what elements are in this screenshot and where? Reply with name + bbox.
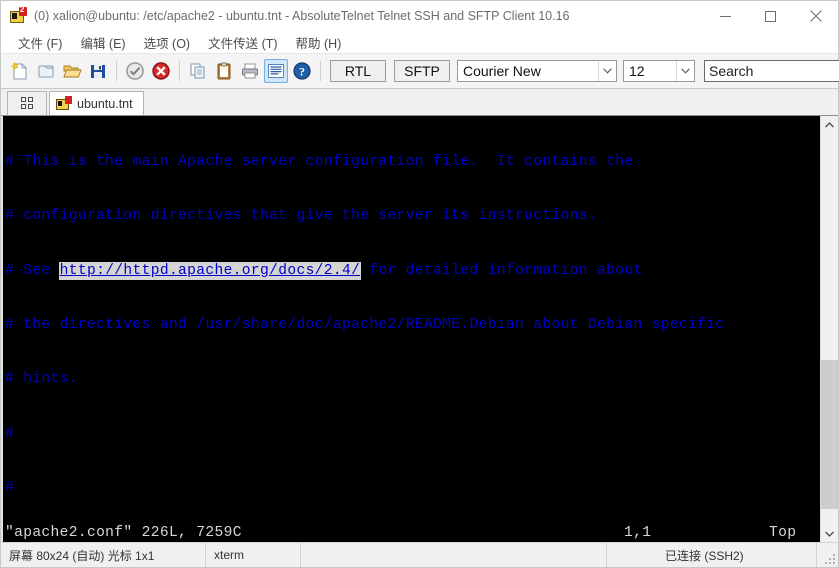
- menu-file[interactable]: 文件 (F): [9, 33, 71, 52]
- toolbar-separator: [116, 61, 117, 81]
- link-prefix: # See: [5, 262, 60, 279]
- help-icon[interactable]: ?: [290, 59, 314, 83]
- search-placeholder: Search: [709, 63, 754, 79]
- terminal-area: # This is the main Apache server configu…: [1, 116, 838, 542]
- status-terminal-type: xterm: [206, 543, 301, 567]
- terminal-line: # the directives and /usr/share/doc/apac…: [5, 317, 725, 334]
- terminal-line: # This is the main Apache server configu…: [5, 154, 634, 171]
- disconnect-icon[interactable]: [149, 59, 173, 83]
- tab-label: ubuntu.tnt: [77, 96, 133, 111]
- toolbar: ? RTL SFTP Courier New 12 Search: [1, 54, 839, 89]
- new-blank-icon[interactable]: [34, 59, 58, 83]
- vim-status-line: "apache2.conf" 226L, 7259C 1,1 Top: [3, 523, 820, 542]
- font-size-select[interactable]: 12: [623, 60, 695, 82]
- font-size-value: 12: [629, 63, 645, 79]
- link-suffix: for detailed information about: [360, 262, 643, 279]
- terminal-line-link: # See http://httpd.apache.org/docs/2.4/ …: [5, 262, 820, 280]
- terminal-text: # This is the main Apache server configu…: [5, 116, 820, 542]
- scrollbar-thumb[interactable]: [821, 360, 838, 510]
- minimize-button[interactable]: [703, 1, 748, 31]
- scrollbar-track[interactable]: [821, 133, 838, 525]
- rtl-button[interactable]: RTL: [330, 60, 386, 82]
- apache-docs-link[interactable]: http://httpd.apache.org/docs/2.4/: [59, 262, 361, 279]
- font-family-value: Courier New: [463, 63, 541, 79]
- vim-cursor-position: 1,1: [624, 524, 652, 541]
- scroll-down-button[interactable]: [821, 525, 838, 542]
- terminal-line: # hints.: [5, 371, 78, 388]
- toolbar-separator: [179, 61, 180, 81]
- search-input[interactable]: Search: [704, 60, 839, 82]
- log-session-icon[interactable]: [264, 59, 288, 83]
- tab-ubuntu-tnt[interactable]: ubuntu.tnt: [49, 91, 144, 115]
- app-icon: [9, 5, 27, 25]
- menu-bar: 文件 (F) 编辑 (E) 选项 (O) 文件传送 (T) 帮助 (H): [1, 31, 838, 54]
- title-bar: (0) xalion@ubuntu: /etc/apache2 - ubuntu…: [1, 1, 838, 31]
- toolbar-separator: [320, 61, 321, 81]
- status-spacer: [301, 543, 607, 567]
- chevron-down-icon[interactable]: [598, 61, 616, 81]
- maximize-button[interactable]: [748, 1, 793, 31]
- status-screen-info: 屏幕 80x24 (自动) 光标 1x1: [1, 543, 206, 567]
- window-title: (0) xalion@ubuntu: /etc/apache2 - ubuntu…: [34, 9, 570, 23]
- status-bar: 屏幕 80x24 (自动) 光标 1x1 xterm 已连接 (SSH2): [1, 542, 838, 567]
- window-controls: [703, 1, 838, 31]
- terminal-scrollbar[interactable]: [820, 116, 838, 542]
- vim-file-info: "apache2.conf" 226L, 7259C: [5, 524, 242, 541]
- sftp-button[interactable]: SFTP: [394, 60, 450, 82]
- application-window: (0) xalion@ubuntu: /etc/apache2 - ubuntu…: [0, 0, 839, 568]
- open-folder-icon[interactable]: [60, 59, 84, 83]
- copy-icon[interactable]: [186, 59, 210, 83]
- vim-scroll-indicator: Top: [769, 524, 797, 541]
- tile-view-icon[interactable]: [7, 91, 47, 115]
- print-icon[interactable]: [238, 59, 262, 83]
- menu-edit[interactable]: 编辑 (E): [71, 33, 134, 52]
- paste-icon[interactable]: [212, 59, 236, 83]
- menu-file-transfer[interactable]: 文件传送 (T): [199, 33, 286, 52]
- terminal-line: #: [5, 479, 15, 496]
- chevron-down-icon[interactable]: [676, 61, 694, 81]
- terminal-line: # configuration directives that give the…: [5, 208, 597, 225]
- menu-options[interactable]: 选项 (O): [135, 33, 200, 52]
- status-connection: 已连接 (SSH2): [607, 543, 817, 567]
- terminal-line: #: [5, 425, 15, 442]
- svg-text:?: ?: [299, 65, 305, 79]
- resize-grip-icon[interactable]: [817, 543, 838, 567]
- telnet-plug-icon: [56, 96, 72, 111]
- font-family-select[interactable]: Courier New: [457, 60, 617, 82]
- save-icon[interactable]: [86, 59, 110, 83]
- close-button[interactable]: [793, 1, 838, 31]
- terminal-screen[interactable]: # This is the main Apache server configu…: [3, 116, 820, 542]
- new-session-icon[interactable]: [8, 59, 32, 83]
- connect-icon[interactable]: [123, 59, 147, 83]
- tab-bar: ubuntu.tnt: [1, 89, 838, 116]
- scroll-up-button[interactable]: [821, 116, 838, 133]
- menu-help[interactable]: 帮助 (H): [287, 33, 351, 52]
